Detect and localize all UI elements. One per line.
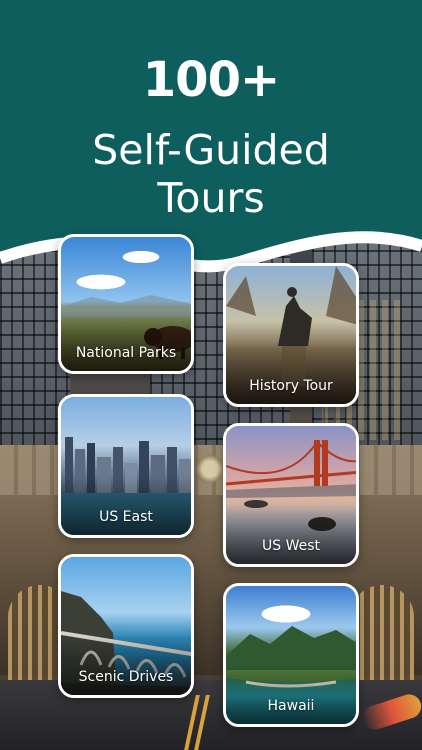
tour-card-label: Hawaii [267,698,315,714]
tour-card-label: Scenic Drives [78,669,174,685]
label-shade [226,344,356,404]
label-shade [61,635,191,695]
label-shade [61,475,191,535]
tour-card-scenic-drives[interactable]: Scenic Drives [58,554,194,698]
tour-card-us-east[interactable]: US East [58,394,194,538]
facade-clock [196,455,224,483]
tour-card-us-west[interactable]: US West [223,423,359,567]
label-shade [226,664,356,724]
tagline-line-2: Tours [157,174,265,222]
tour-card-label: US East [99,509,153,525]
arched-window-right [350,585,414,685]
tagline-heading: Self-Guided Tours [0,126,422,222]
tour-card-label: US West [261,538,320,554]
tour-count-heading: 100+ [142,52,280,108]
tour-card-national-parks[interactable]: National Parks [58,234,194,374]
tagline-line-1: Self-Guided [92,126,330,174]
label-shade [226,504,356,564]
tour-card-label: History Tour [249,378,333,394]
tour-card-hawaii[interactable]: Hawaii [223,583,359,727]
label-shade [61,311,191,371]
tour-card-history-tour[interactable]: History Tour [223,263,359,407]
tour-card-label: National Parks [75,345,177,361]
